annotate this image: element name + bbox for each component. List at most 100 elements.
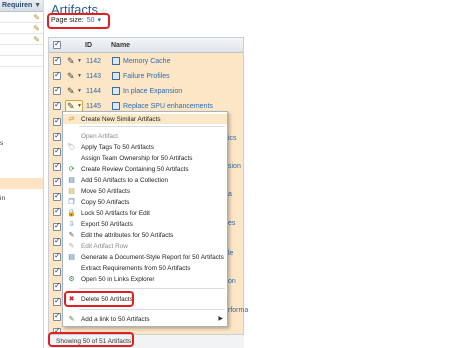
menu-item-label: Add a link to 50 Artifacts (81, 316, 150, 323)
menu-item-label: Copy 50 Artifacts (81, 199, 130, 206)
menu-item-open-artifact[interactable]: Open Artifact (63, 131, 227, 141)
menu-item-edit-row[interactable]: ✎ Edit Artifact Row (63, 241, 227, 251)
edit-row-icon: ✎ (68, 243, 75, 250)
select-all-checkbox[interactable] (53, 39, 61, 49)
grid-header: ID Name (49, 38, 243, 53)
row-checkbox[interactable] (53, 311, 61, 321)
menu-item-extract-requirements[interactable]: Extract Requirements from 50 Artifacts (63, 263, 227, 273)
menu-item-add-collection[interactable]: ▤ Add 50 Artifacts to a Collection (63, 175, 227, 185)
menu-item-copy[interactable]: ❐ Copy 50 Artifacts (63, 197, 227, 207)
row-checkbox[interactable] (53, 55, 61, 65)
row-checkbox[interactable] (53, 131, 61, 141)
left-selected-row[interactable] (0, 178, 43, 189)
menu-divider (79, 126, 225, 127)
row-checkbox[interactable] (53, 281, 61, 291)
menu-item-create-review[interactable]: ⟳ Create Review Containing 50 Artifacts (63, 164, 227, 174)
left-text-fragment: in (0, 195, 6, 202)
row-name[interactable]: Memory Cache (123, 58, 170, 65)
edit-icon[interactable]: ✎ (67, 71, 75, 82)
column-header-name[interactable]: Name (111, 42, 130, 49)
left-panel-header[interactable]: Requiren ▼ (0, 0, 43, 12)
collection-icon: ▤ (68, 177, 75, 184)
left-row[interactable]: ✎ (0, 34, 43, 45)
edit-icon[interactable]: ✎ (67, 86, 75, 97)
row-checkbox[interactable] (53, 70, 61, 80)
review-icon: ⟳ (68, 166, 75, 173)
menu-divider (79, 309, 225, 310)
menu-item-lock[interactable]: 🔒 Lock 50 Artifacts for Edit (63, 208, 227, 218)
left-row[interactable] (0, 56, 43, 67)
row-checkbox[interactable] (53, 251, 61, 261)
left-row[interactable] (0, 45, 43, 56)
report-icon: ▤ (68, 254, 75, 261)
row-checkbox[interactable] (53, 161, 61, 171)
table-row[interactable]: ✎▼ 1144 In place Expansion (49, 84, 243, 99)
edit-icon[interactable]: ✎ (33, 13, 40, 22)
menu-item-label: Edit the attributes for 50 Artifacts (81, 232, 174, 239)
menu-item-move[interactable]: ▤ Move 50 Artifacts (63, 186, 227, 196)
menu-item-label: Lock 50 Artifacts for Edit (81, 210, 150, 217)
row-name-fragment[interactable]: ics (228, 135, 237, 142)
left-row[interactable]: ✎ (0, 12, 43, 23)
menu-item-label: Extract Requirements from 50 Artifacts (81, 265, 191, 272)
menu-divider (79, 288, 225, 289)
table-row[interactable]: ✎▼ 1142 Memory Cache (49, 54, 243, 69)
row-checkbox[interactable] (53, 206, 61, 216)
chevron-down-icon[interactable]: ▼ (77, 88, 82, 94)
row-checkbox[interactable] (53, 236, 61, 246)
edit-attributes-icon: ✎ (68, 232, 75, 239)
chevron-down-icon[interactable]: ▼ (77, 103, 82, 109)
row-name-fragment[interactable]: es (228, 220, 235, 227)
chevron-down-icon[interactable]: ▼ (77, 73, 82, 79)
row-name[interactable]: Replace SPU enhancements (123, 103, 213, 110)
menu-item-label: Assign Team Ownership for 50 Artifacts (81, 155, 193, 162)
row-id[interactable]: 1144 (86, 88, 101, 95)
row-checkbox[interactable] (53, 191, 61, 201)
row-checkbox[interactable] (53, 146, 61, 156)
menu-item-label: Create Review Containing 50 Artifacts (81, 166, 189, 173)
row-id[interactable]: 1142 (86, 58, 101, 65)
create-similar-icon: ⇄ (68, 116, 75, 123)
menu-item-export[interactable]: ⇩ Export 50 Artifacts (63, 219, 227, 229)
row-checkbox[interactable] (53, 221, 61, 231)
menu-item-apply-tags[interactable]: 🏷 Apply Tags To 50 Artifacts (63, 142, 227, 152)
row-id[interactable]: 1143 (86, 73, 101, 80)
edit-icon[interactable]: ✎ (33, 35, 40, 44)
row-name-fragment[interactable]: a (228, 191, 232, 198)
menu-item-assign-team[interactable]: Assign Team Ownership for 50 Artifacts (63, 153, 227, 163)
menu-item-add-link[interactable]: ✎ Add a link to 50 Artifacts ▶ (63, 314, 227, 324)
menu-item-label: Open 50 in Links Explorer (81, 276, 155, 283)
row-checkbox[interactable] (53, 176, 61, 186)
edit-icon[interactable]: ✎ (67, 56, 75, 67)
requirement-icon (112, 57, 120, 65)
row-checkbox[interactable] (53, 266, 61, 276)
table-row[interactable]: ✎▼ 1143 Failure Profiles (49, 69, 243, 84)
left-row[interactable]: ✎ (0, 23, 43, 34)
row-checkbox[interactable] (53, 296, 61, 306)
left-panel: Requiren ▼ ✎ ✎ ✎ s in (0, 0, 44, 348)
menu-item-label: Add 50 Artifacts to a Collection (81, 177, 169, 184)
menu-item-links-explorer[interactable]: ⚙ Open 50 in Links Explorer (63, 274, 227, 284)
row-name[interactable]: Failure Profiles (123, 73, 170, 80)
sort-arrow-icon[interactable]: ▼ (34, 2, 41, 9)
menu-item-generate-report[interactable]: ▤ Generate a Document-Style Report for 5… (63, 252, 227, 262)
move-icon: ▤ (68, 188, 75, 195)
link-icon: ✎ (68, 316, 75, 323)
row-name-fragment[interactable]: sion (228, 163, 241, 170)
row-checkbox[interactable] (53, 85, 61, 95)
copy-icon: ❐ (68, 199, 75, 206)
row-checkbox[interactable] (53, 116, 61, 126)
edit-icon[interactable]: ✎ (33, 24, 40, 33)
row-name-fragment[interactable]: le (228, 250, 233, 257)
row-id[interactable]: 1145 (86, 103, 101, 110)
chevron-down-icon[interactable]: ▼ (77, 58, 82, 64)
row-name-fragment[interactable]: on (228, 278, 236, 285)
highlight-box-page-size (47, 13, 110, 29)
column-header-id[interactable]: ID (85, 42, 92, 49)
row-name[interactable]: In place Expansion (123, 88, 182, 95)
row-checkbox[interactable] (53, 100, 61, 110)
menu-item-create-similar[interactable]: ⇄ Create New Similar Artifacts (63, 114, 227, 125)
row-name-fragment[interactable]: rforma (228, 307, 248, 314)
links-explorer-icon: ⚙ (68, 276, 75, 283)
menu-item-edit-attributes[interactable]: ✎ Edit the attributes for 50 Artifacts (63, 230, 227, 240)
